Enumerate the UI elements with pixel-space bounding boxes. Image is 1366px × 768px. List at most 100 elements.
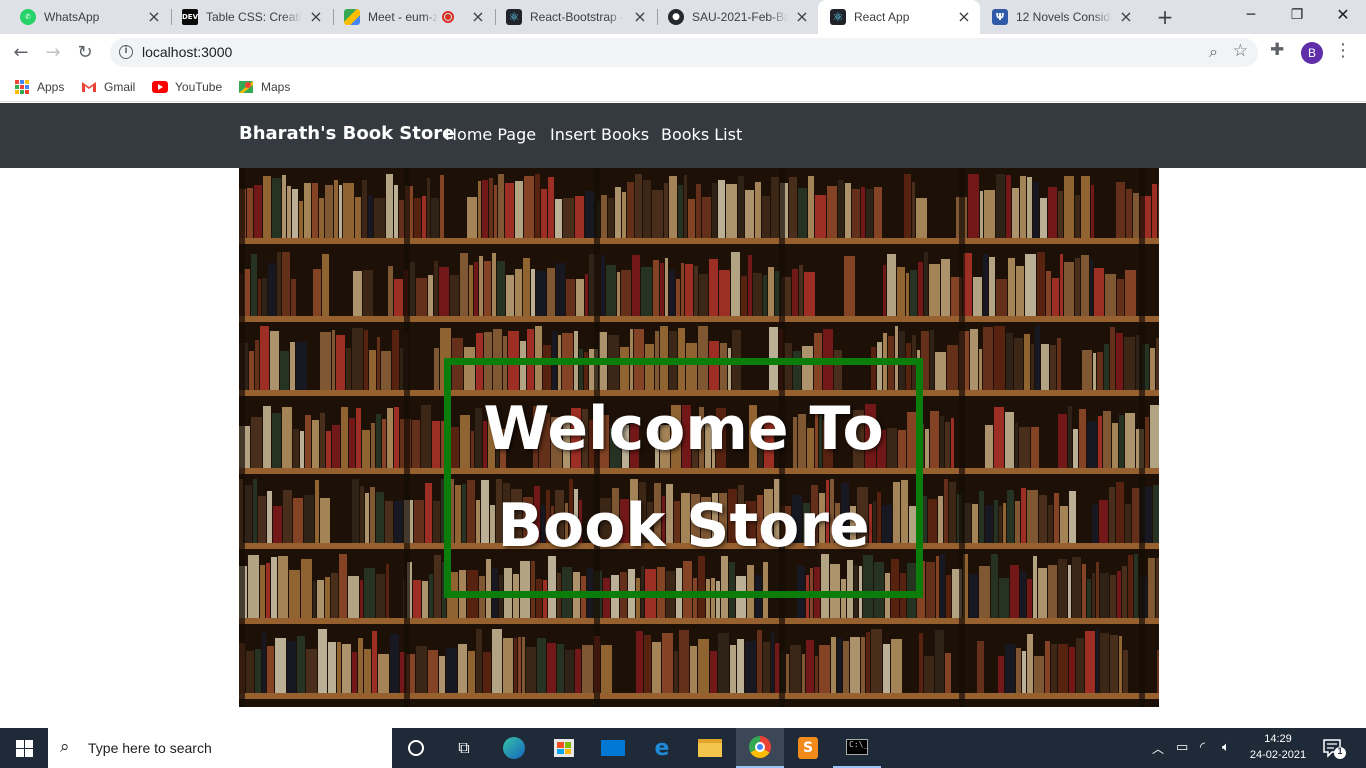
wifi-icon[interactable]: ◜ (1200, 740, 1205, 755)
bookmark-star-icon[interactable]: ☆ (1233, 41, 1248, 61)
browser-toolbar: ← → ↻ i localhost:3000 ⌕ ☆ (0, 34, 1366, 72)
minimize-button[interactable]: ─ (1228, 0, 1274, 30)
bookmark-label: Gmail (104, 80, 136, 94)
bookmarks-bar: Apps Gmail YouTube Maps (0, 72, 1366, 102)
taskbar-edge-legacy[interactable]: e (638, 728, 686, 768)
zoom-icon[interactable]: ⌕ (1209, 42, 1218, 62)
info-icon[interactable]: i (119, 45, 133, 59)
close-icon[interactable]: × (146, 9, 162, 25)
terminal-icon: C:\_ (846, 739, 868, 755)
bookmark-label: YouTube (175, 80, 223, 94)
maps-icon (238, 79, 254, 95)
tab-title: SAU-2021-Feb-Bat (692, 10, 788, 24)
taskbar-search[interactable]: ⌕ Type here to search (48, 728, 392, 768)
tab-meet[interactable]: Meet - eum-za × (332, 0, 494, 34)
close-window-button[interactable]: ✕ (1320, 0, 1366, 30)
cortana-icon (408, 740, 424, 756)
more-menu-icon[interactable]: ⋮ (1334, 40, 1352, 61)
react-icon: ⚛ (830, 9, 846, 25)
extensions-puzzle-icon[interactable]: ✚ (1270, 40, 1284, 60)
react-icon: ⚛ (506, 9, 522, 25)
notification-count-badge: 1 (1337, 746, 1343, 756)
bookmark-apps[interactable]: Apps (14, 76, 64, 98)
edge-icon (503, 737, 525, 759)
search-placeholder: Type here to search (88, 740, 212, 756)
bookmark-maps[interactable]: Maps (238, 76, 290, 98)
search-icon: ⌕ (60, 737, 70, 757)
github-icon: ● (668, 9, 684, 25)
address-bar[interactable]: i localhost:3000 ⌕ ☆ (110, 38, 1258, 67)
nav-link-home[interactable]: Home Page (445, 125, 536, 144)
back-button[interactable]: ← (8, 40, 34, 66)
bookmark-youtube[interactable]: YouTube (152, 76, 222, 98)
tab-title: React App (854, 10, 910, 24)
meet-icon (344, 9, 360, 25)
tab-title: 12 Novels Conside (1016, 10, 1112, 24)
close-icon[interactable]: × (1118, 9, 1134, 25)
restore-button[interactable]: ❐ (1274, 0, 1320, 30)
profile-avatar[interactable]: B (1301, 42, 1323, 64)
nav-link-insert-books[interactable]: Insert Books (550, 125, 649, 144)
edge-legacy-icon: e (654, 735, 670, 761)
tab-title: React-Bootstrap · R (530, 10, 626, 24)
url-text[interactable]: localhost:3000 (142, 44, 232, 60)
taskbar-file-explorer[interactable] (686, 728, 734, 768)
volume-icon[interactable]: 🔈︎ (1222, 740, 1230, 755)
windows-taskbar: ⌕ Type here to search ⧉ e S C:\_ ︿ ▭ ◜ 🔈… (0, 728, 1366, 768)
taskbar-terminal[interactable]: C:\_ (833, 728, 881, 768)
bookmark-label: Maps (261, 80, 291, 94)
sublime-text-icon: S (798, 737, 818, 759)
tab-strip: ✆ WhatsApp × DEV Table CSS: Creating × M… (0, 0, 1366, 34)
close-icon[interactable]: × (794, 9, 810, 25)
welcome-heading-line2: Book Store (497, 491, 870, 561)
taskbar-edge-new[interactable] (490, 728, 538, 768)
forward-button[interactable]: → (40, 40, 66, 66)
folder-icon (698, 739, 722, 757)
taskbar-chrome[interactable] (736, 728, 784, 768)
close-icon[interactable]: × (470, 9, 486, 25)
close-icon[interactable]: × (956, 9, 972, 25)
bookmark-gmail[interactable]: Gmail (81, 76, 135, 98)
whatsapp-icon: ✆ (20, 9, 36, 25)
welcome-heading-line1: Welcome To (483, 394, 884, 464)
battery-icon[interactable]: ▭ (1176, 740, 1188, 755)
tab-react-app[interactable]: ⚛ React App × (818, 0, 980, 34)
clock-time: 14:29 (1264, 733, 1292, 745)
welcome-box: Welcome To Book Store (444, 358, 923, 598)
store-icon (554, 739, 574, 757)
task-view-button[interactable]: ⧉ (440, 728, 488, 768)
taskbar-clock[interactable]: 14:29 24-02-2021 (1246, 731, 1310, 763)
tab-react-bootstrap[interactable]: ⚛ React-Bootstrap · R × (494, 0, 656, 34)
tab-novels[interactable]: Ψ 12 Novels Conside × (980, 0, 1142, 34)
task-view-icon: ⧉ (458, 738, 470, 757)
gmail-icon (81, 79, 97, 95)
show-hidden-icons-chevron[interactable]: ︿ (1152, 740, 1164, 757)
cortana-button[interactable] (392, 728, 440, 768)
tab-title: Meet - eum-za (368, 10, 438, 24)
action-center-button[interactable]: 1 (1320, 736, 1346, 760)
tab-title: Table CSS: Creating (206, 10, 302, 24)
start-button[interactable] (0, 728, 48, 768)
taskbar-store[interactable] (540, 728, 588, 768)
windows-logo-icon (15, 739, 33, 757)
tab-whatsapp[interactable]: ✆ WhatsApp × (8, 0, 170, 34)
dev-icon: DEV (182, 9, 198, 25)
site-navbar: Bharath's Book Store Home Page Insert Bo… (0, 103, 1366, 168)
site-icon: Ψ (992, 9, 1008, 25)
youtube-icon (152, 79, 168, 95)
recording-icon (442, 11, 454, 23)
close-icon[interactable]: × (632, 9, 648, 25)
nav-link-books-list[interactable]: Books List (661, 125, 742, 144)
navbar-brand[interactable]: Bharath's Book Store (239, 123, 454, 144)
taskbar-sublime[interactable]: S (784, 728, 832, 768)
close-icon[interactable]: × (308, 9, 324, 25)
hero-banner: Welcome To Book Store (239, 168, 1159, 707)
tab-table-css[interactable]: DEV Table CSS: Creating × (170, 0, 332, 34)
new-tab-button[interactable]: + (1153, 5, 1177, 29)
tab-title: WhatsApp (44, 10, 100, 24)
reload-button[interactable]: ↻ (72, 40, 98, 66)
mail-icon (601, 740, 625, 756)
apps-grid-icon (14, 79, 30, 95)
taskbar-mail[interactable] (589, 728, 637, 768)
tab-github[interactable]: ● SAU-2021-Feb-Bat × (656, 0, 818, 34)
